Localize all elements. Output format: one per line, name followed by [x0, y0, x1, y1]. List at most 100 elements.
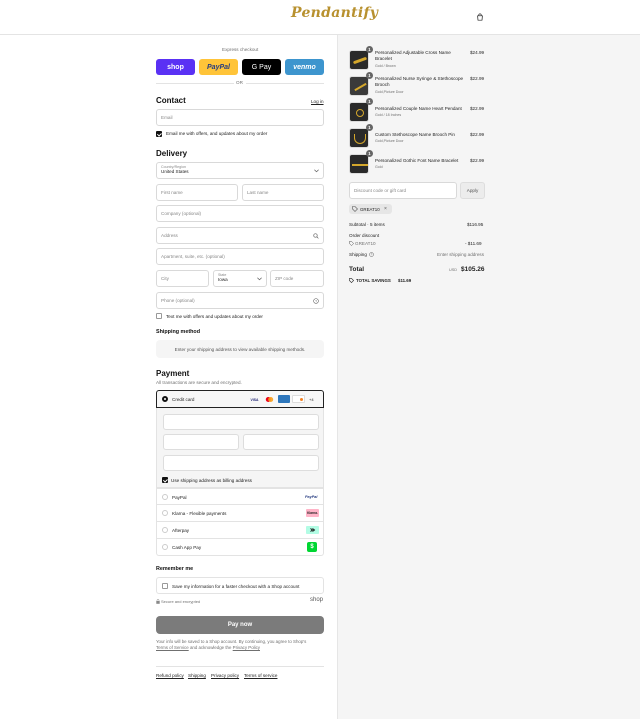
help-circle-icon[interactable]: ? — [369, 252, 374, 257]
order-discount-label: Order discount — [349, 233, 380, 238]
item-variant: Gold / 18 Inches — [375, 113, 402, 117]
card-number-field[interactable] — [163, 414, 319, 430]
paypal-button[interactable]: PayPal — [199, 59, 238, 75]
google-pay-button[interactable]: G Pay — [242, 59, 281, 75]
contact-heading: Contact — [156, 96, 186, 105]
shipping-label: Shipping — [349, 252, 367, 257]
secure-encrypted-label: Secure and encrypted — [161, 599, 201, 604]
shopping-bag-icon[interactable] — [476, 13, 484, 21]
item-variant: Gold / Brown — [375, 64, 396, 68]
shop-pay-button[interactable]: shop — [156, 59, 195, 75]
product-image — [349, 154, 369, 174]
paypal-option[interactable]: PayPal PayPal — [156, 488, 324, 505]
item-price: $24.99 — [470, 50, 485, 55]
klarna-option[interactable]: Klarna - Flexible payments Klarna. — [156, 505, 324, 522]
item-price: $22.99 — [470, 76, 485, 81]
remove-discount-icon[interactable]: × — [384, 206, 387, 212]
cash-app-radio[interactable] — [162, 544, 168, 550]
legal-line-1: Your info will be saved to a Shop accoun… — [156, 639, 307, 644]
total-savings-value: $11.69 — [398, 278, 412, 283]
afterpay-option[interactable]: Afterpay — [156, 522, 324, 539]
legal-and-text: and acknowledge the — [189, 645, 232, 650]
help-circle-icon[interactable]: ? — [313, 298, 319, 304]
product-image — [349, 102, 369, 122]
paypal-radio[interactable] — [162, 494, 168, 500]
chevron-down-icon — [314, 169, 319, 173]
footer-refund-link[interactable]: Refund policy — [156, 673, 184, 678]
subtotal-value: $116.95 — [467, 222, 484, 227]
remember-me-heading: Remember me — [156, 566, 194, 572]
item-name: Personalized Nurse Syringe & Stethoscope… — [375, 76, 464, 87]
pay-now-button[interactable]: Pay now — [156, 616, 324, 634]
email-offers-checkbox[interactable] — [156, 131, 162, 137]
phone-field[interactable]: Phone (optional) ? — [156, 292, 324, 309]
quantity-badge: 1 — [366, 72, 373, 79]
payment-subtitle: All transactions are secure and encrypte… — [156, 380, 242, 385]
company-field[interactable]: Company (optional) — [156, 205, 324, 222]
phone-placeholder: Phone (optional) — [161, 298, 195, 303]
address-field[interactable]: Address — [156, 227, 324, 244]
apply-discount-button[interactable]: Apply — [460, 182, 485, 199]
name-on-card-field[interactable] — [163, 455, 319, 471]
cash-app-badge: $ — [307, 542, 317, 552]
afterpay-icon — [306, 526, 319, 534]
privacy-policy-link[interactable]: Privacy Policy — [233, 645, 260, 650]
chevron-down-icon — [257, 277, 262, 281]
country-select[interactable]: Country/Region United States — [156, 162, 324, 179]
email-offers-label: Email me with offers, and updates about … — [166, 131, 268, 136]
venmo-button[interactable]: venmo — [285, 59, 324, 75]
item-price: $22.99 — [470, 106, 485, 111]
applied-discount-chip: GREAT10 × — [349, 204, 392, 214]
shipping-value: Enter shipping address — [437, 252, 484, 257]
item-variant: Gold — [375, 165, 383, 169]
text-offers-checkbox[interactable] — [156, 313, 162, 319]
discount-amount: - $11.69 — [465, 241, 482, 246]
visa-badge: VISA — [250, 397, 259, 402]
klarna-radio[interactable] — [162, 510, 168, 516]
afterpay-radio[interactable] — [162, 527, 168, 533]
discount-code-label: GREAT10 — [355, 241, 376, 246]
city-field[interactable]: City — [156, 270, 209, 287]
last-name-field[interactable]: Last name — [242, 184, 324, 201]
country-value: United States — [161, 169, 189, 174]
total-label: Total — [349, 266, 365, 273]
item-name: Personalized Gothic Font Name Bracelet — [375, 158, 459, 163]
svg-text:?: ? — [315, 299, 317, 303]
expiration-field[interactable] — [163, 434, 239, 450]
security-code-field[interactable] — [243, 434, 319, 450]
tag-icon — [349, 241, 354, 246]
or-divider-text: OR — [236, 80, 243, 85]
state-select[interactable]: State Iowa — [213, 270, 267, 287]
first-name-field[interactable]: First name — [156, 184, 238, 201]
item-price: $22.99 — [470, 158, 485, 163]
terms-of-service-link[interactable]: Terms of Service — [156, 645, 189, 650]
credit-card-option[interactable]: Credit card VISA +4 — [156, 390, 324, 408]
shipping-method-notice: Enter your shipping address to view avai… — [156, 340, 324, 358]
zip-field[interactable]: ZIP code — [270, 270, 324, 287]
apartment-field[interactable]: Apartment, suite, etc. (optional) — [156, 248, 324, 265]
discover-icon — [292, 395, 305, 403]
afterpay-option-label: Afterpay — [172, 528, 190, 533]
save-info-box[interactable]: Save my information for a faster checkou… — [156, 577, 324, 594]
quantity-badge: 1 — [366, 98, 373, 105]
site-header: Pendantify — [0, 0, 640, 35]
quantity-badge: 1 — [366, 150, 373, 157]
more-cards-badge: +4 — [309, 397, 314, 402]
credit-card-radio[interactable] — [162, 396, 168, 402]
tag-icon — [352, 206, 358, 212]
klarna-badge: Klarna. — [306, 509, 319, 517]
billing-same-checkbox[interactable] — [162, 477, 168, 483]
discount-code-field[interactable]: Discount code or gift card — [349, 182, 457, 199]
footer-shipping-link[interactable]: Shipping — [188, 673, 206, 678]
total-savings-label: TOTAL SAVINGS — [356, 278, 391, 283]
save-info-label: Save my information for a faster checkou… — [172, 584, 300, 589]
item-variant: Gold,Picture Door — [375, 90, 404, 94]
footer-terms-link[interactable]: Terms of service — [244, 673, 277, 678]
login-link[interactable]: Log in — [311, 99, 324, 104]
save-info-checkbox[interactable] — [162, 583, 168, 589]
footer-privacy-link[interactable]: Privacy policy — [211, 673, 239, 678]
quantity-badge: 1 — [366, 124, 373, 131]
email-field[interactable]: Email — [156, 109, 324, 126]
cash-app-option[interactable]: Cash App Pay $ — [156, 539, 324, 556]
store-logo[interactable]: Pendantify — [291, 5, 378, 21]
